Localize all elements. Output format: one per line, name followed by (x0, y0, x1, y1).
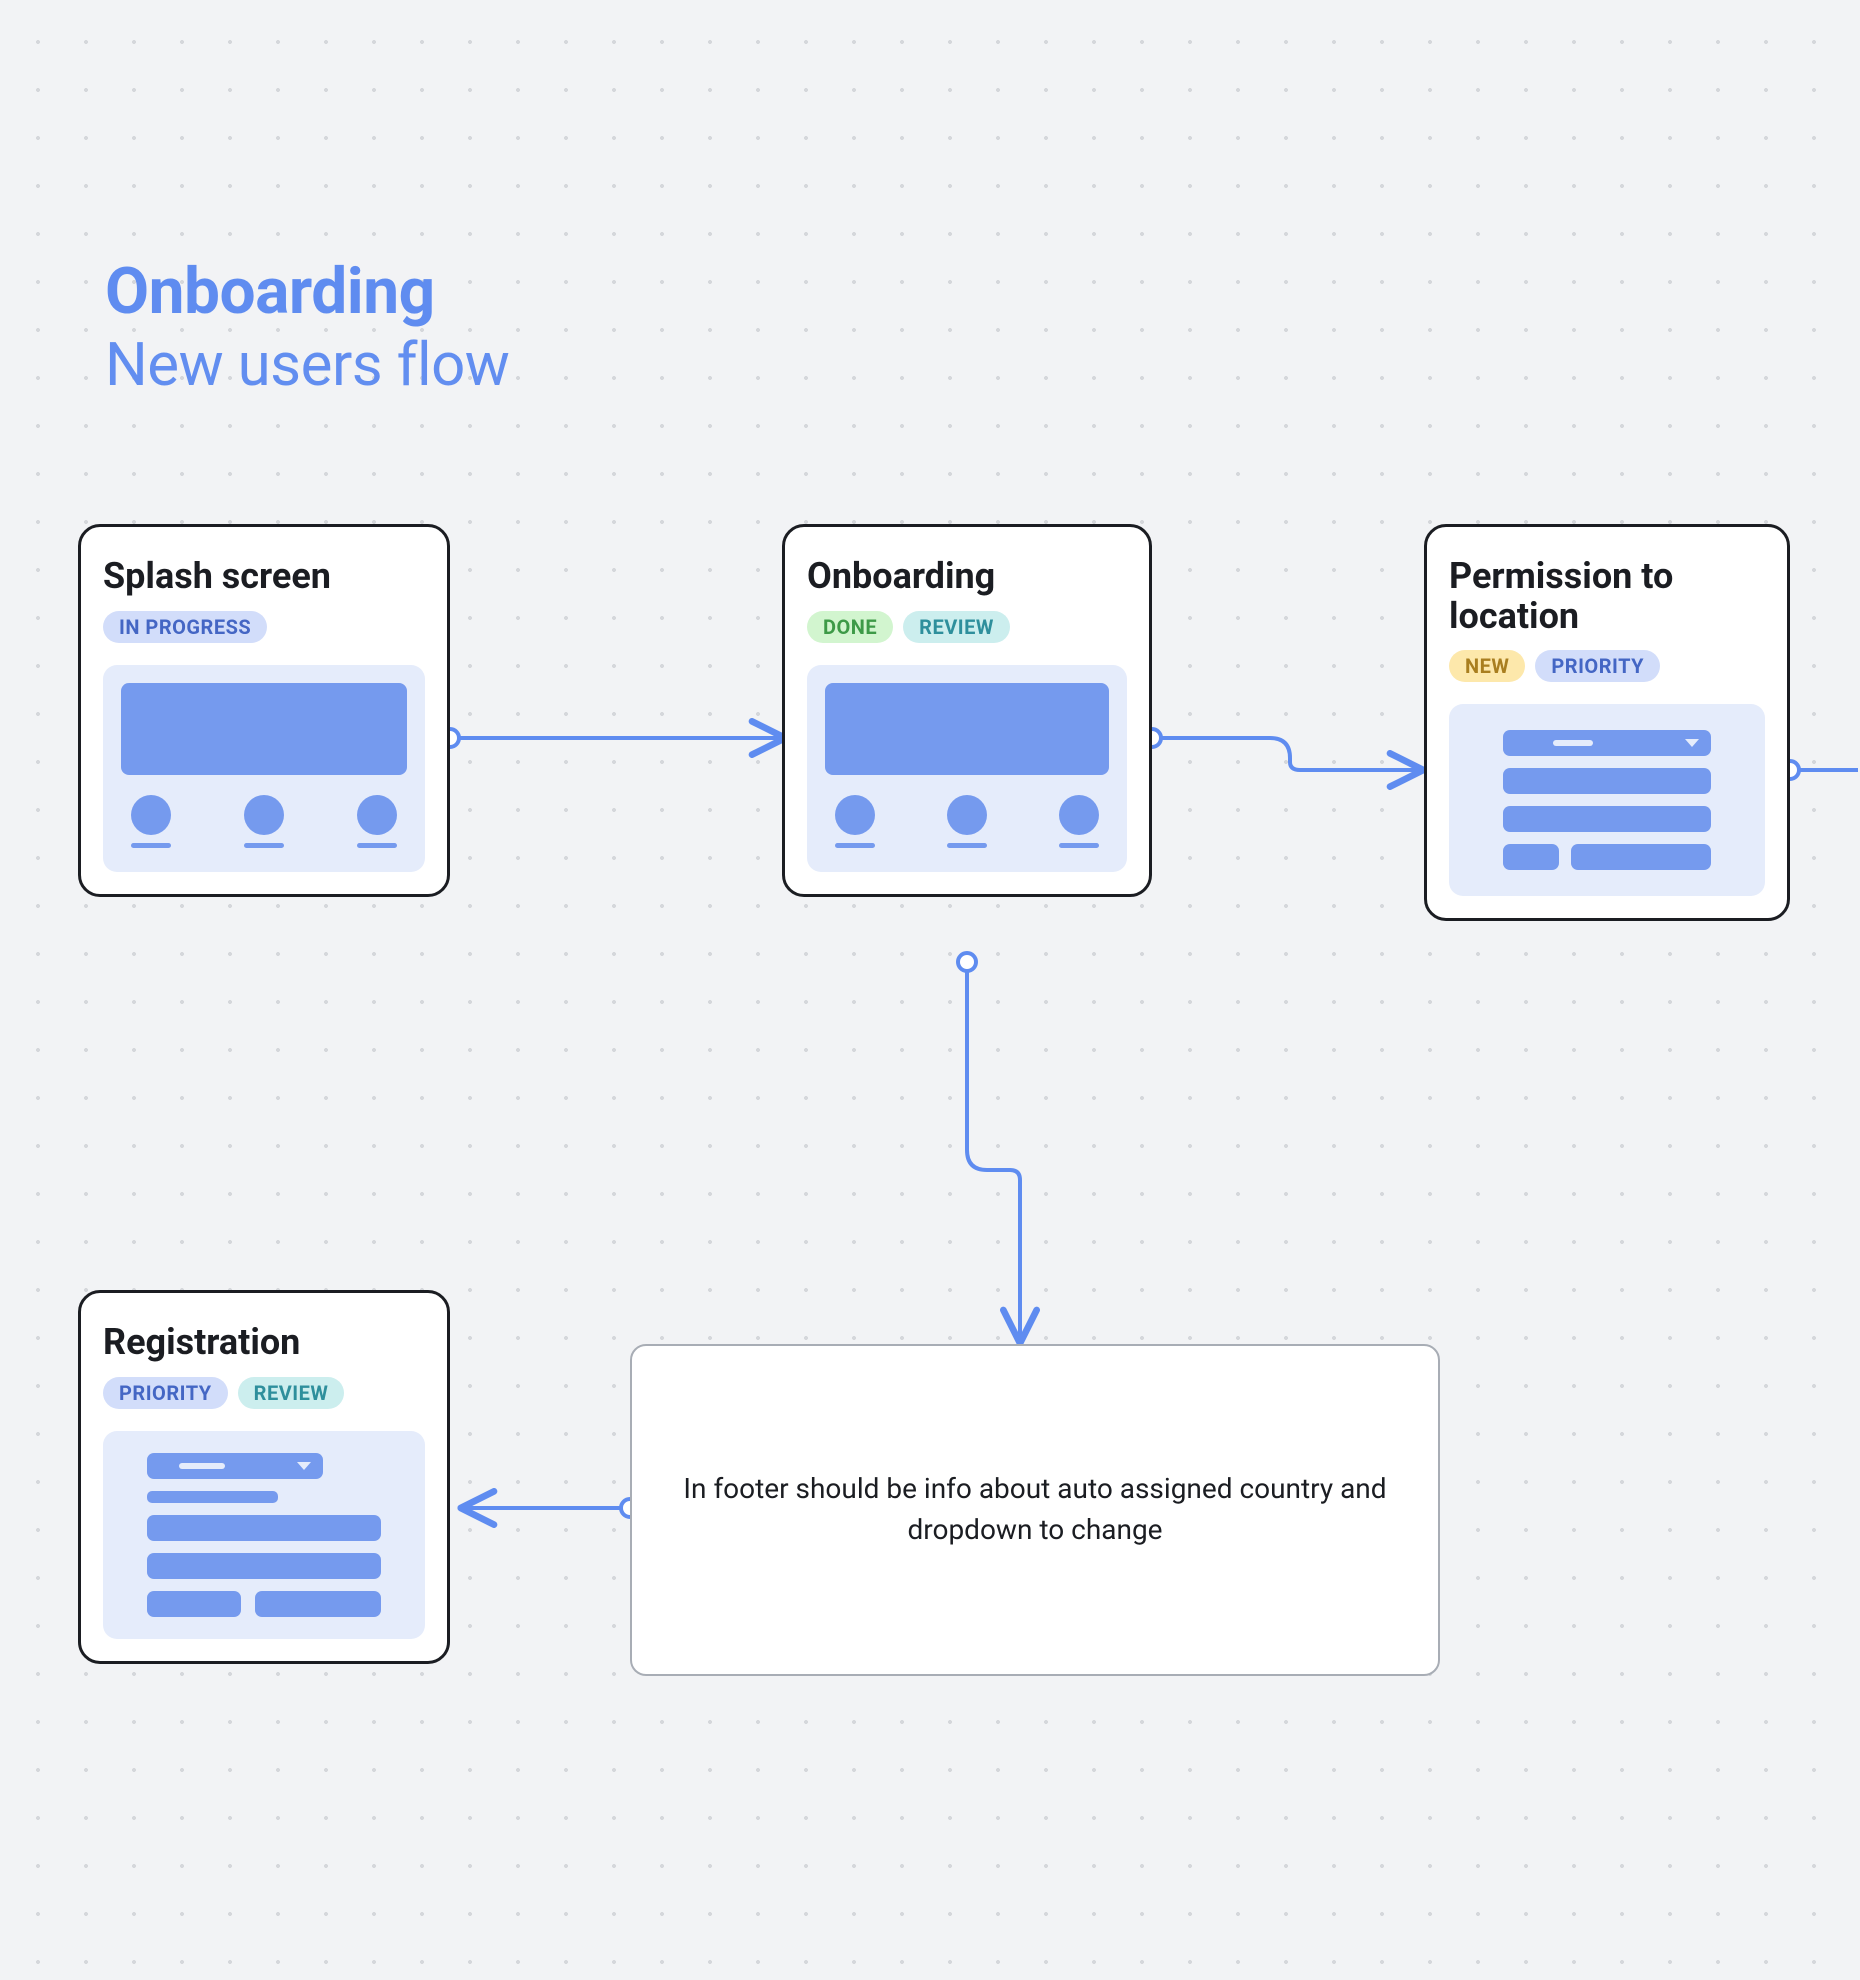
annotation-note[interactable]: In footer should be info about auto assi… (630, 1344, 1440, 1676)
badge-new: NEW (1449, 650, 1525, 682)
preview-thumbnail (103, 665, 425, 872)
diagram-title: Onboarding New users flow (105, 258, 509, 401)
badge-review: REVIEW (903, 611, 1010, 643)
note-text: In footer should be info about auto assi… (672, 1469, 1398, 1550)
badge-in-progress: IN PROGRESS (103, 611, 267, 643)
card-title: Permission to location (1449, 557, 1765, 636)
card-onboarding[interactable]: Onboarding DONE REVIEW (782, 524, 1152, 897)
preview-thumbnail (103, 1431, 425, 1639)
preview-thumbnail (807, 665, 1127, 872)
badge-review: REVIEW (238, 1377, 345, 1409)
badge-row: DONE REVIEW (807, 611, 1127, 643)
badge-row: PRIORITY REVIEW (103, 1377, 425, 1409)
badge-row: IN PROGRESS (103, 611, 425, 643)
title-main: Onboarding (105, 258, 509, 325)
card-registration[interactable]: Registration PRIORITY REVIEW (78, 1290, 450, 1664)
flow-canvas[interactable]: Onboarding New users flow Splash screen … (0, 0, 1860, 1980)
preview-thumbnail (1449, 704, 1765, 896)
badge-row: NEW PRIORITY (1449, 650, 1765, 682)
card-permission-location[interactable]: Permission to location NEW PRIORITY (1424, 524, 1790, 921)
badge-priority: PRIORITY (1535, 650, 1660, 682)
card-title: Registration (103, 1323, 425, 1363)
card-splash-screen[interactable]: Splash screen IN PROGRESS (78, 524, 450, 897)
badge-priority: PRIORITY (103, 1377, 228, 1409)
badge-done: DONE (807, 611, 893, 643)
card-title: Onboarding (807, 557, 1127, 597)
title-sub: New users flow (105, 329, 509, 401)
card-title: Splash screen (103, 557, 425, 597)
